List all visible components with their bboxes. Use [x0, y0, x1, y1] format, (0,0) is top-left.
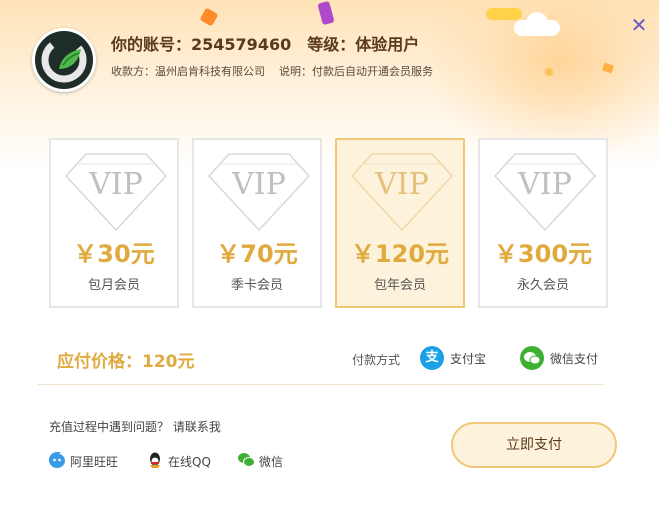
- plan-price: ￥70元: [216, 240, 298, 268]
- divider: [38, 384, 604, 385]
- account-id: 254579460: [191, 35, 292, 54]
- account-label: 你的账号：: [111, 35, 192, 54]
- level-value: 体验用户: [355, 35, 420, 54]
- aliwangwang-icon: [49, 452, 65, 468]
- alipay-label: 支付宝: [450, 352, 487, 366]
- vip-diamond-icon: VIP: [207, 153, 311, 232]
- contact-label: 阿里旺旺: [70, 455, 119, 469]
- svg-text:VIP: VIP: [88, 167, 143, 202]
- pay-now-button[interactable]: 立即支付: [451, 422, 617, 468]
- service-note: 说明：付款后自动开通会员服务: [279, 65, 433, 78]
- svg-text:VIP: VIP: [517, 167, 572, 202]
- wechat-pay-label: 微信支付: [550, 352, 599, 366]
- contact-label: 微信: [259, 455, 284, 469]
- plan-price: ￥120元: [350, 240, 450, 268]
- plan-price: ￥300元: [493, 240, 593, 268]
- plan-name: 包月会员: [87, 278, 140, 293]
- decorative-sparkle: [545, 68, 553, 76]
- level-label: 等级：: [307, 35, 356, 54]
- svg-text:VIP: VIP: [231, 167, 286, 202]
- plan-card-monthly[interactable]: VIP ￥30元 包月会员: [49, 138, 179, 308]
- payment-method-label: 付款方式: [352, 353, 401, 367]
- help-text: 充值过程中遇到问题？ 请联系我: [49, 420, 221, 434]
- amount-due: 应付价格：120元: [57, 352, 195, 372]
- wechat-pay-icon: [520, 346, 544, 370]
- plan-card-quarterly[interactable]: VIP ￥70元 季卡会员: [192, 138, 322, 308]
- plan-name: 永久会员: [516, 278, 569, 293]
- wechat-pay-option[interactable]: 微信支付: [520, 344, 604, 372]
- svg-text:VIP: VIP: [374, 167, 429, 202]
- plan-card-lifetime[interactable]: VIP ￥300元 永久会员: [478, 138, 608, 308]
- account-info: 你的账号：254579460 等级：体验用户: [111, 31, 419, 55]
- logo-icon: [32, 28, 96, 92]
- plan-card-yearly[interactable]: VIP ￥120元 包年会员: [335, 138, 465, 308]
- plan-price: ￥30元: [73, 240, 155, 268]
- vip-diamond-icon: VIP: [493, 153, 597, 232]
- payment-meta: 收款方：温州启肯科技有限公司 说明：付款后自动开通会员服务: [111, 63, 433, 79]
- wechat-icon: [238, 453, 255, 467]
- decorative-yellow-cloud: [486, 8, 522, 20]
- close-icon[interactable]: ✕: [628, 14, 650, 36]
- vip-diamond-icon: VIP: [350, 153, 454, 232]
- alipay-icon: 支: [420, 346, 444, 370]
- payee-text: 收款方：温州启肯科技有限公司: [111, 65, 265, 78]
- vip-diamond-icon: VIP: [64, 153, 168, 232]
- contact-label: 在线QQ: [168, 455, 211, 469]
- plan-name: 包年会员: [373, 278, 426, 293]
- decorative-cloud: [526, 12, 548, 34]
- qq-icon: [150, 452, 160, 468]
- plan-name: 季卡会员: [230, 278, 283, 293]
- alipay-option[interactable]: 支 支付宝: [420, 344, 500, 372]
